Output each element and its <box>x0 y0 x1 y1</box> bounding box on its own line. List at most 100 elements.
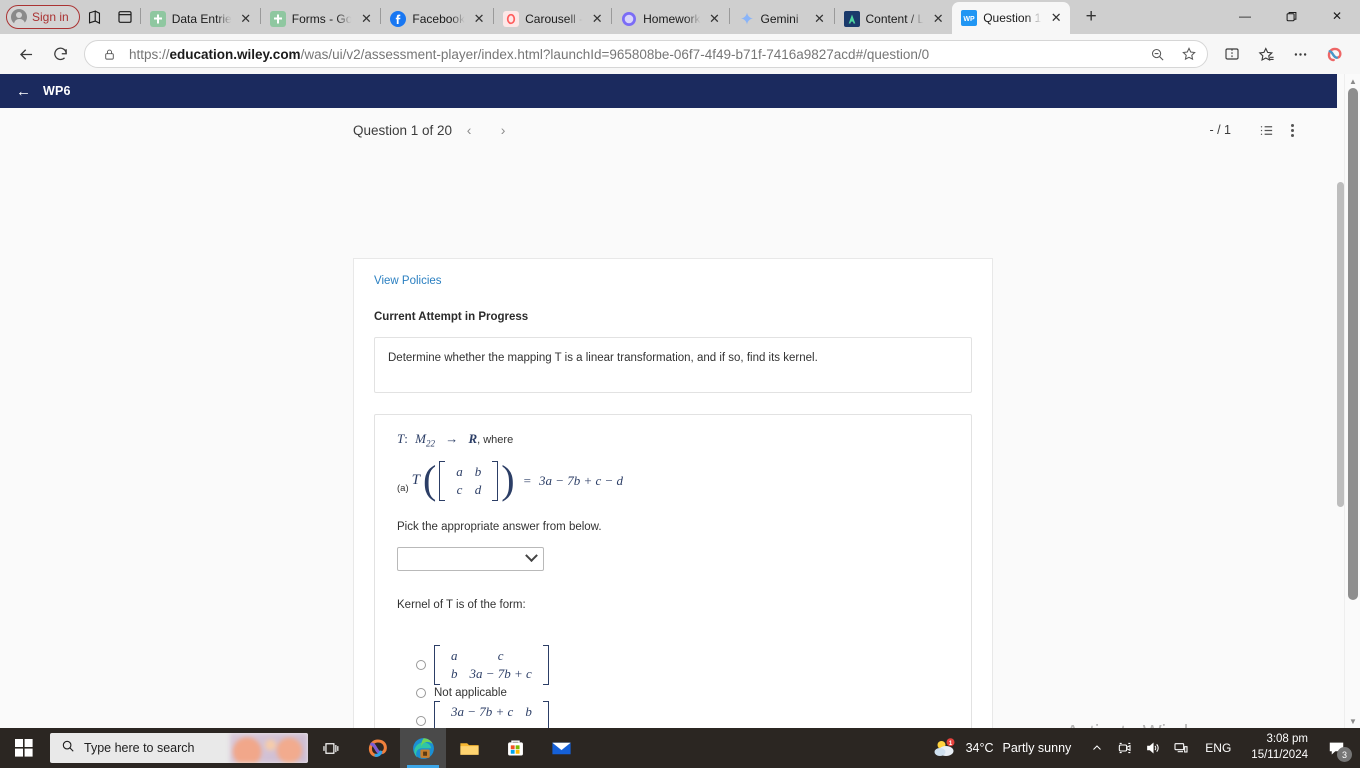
volume-icon[interactable] <box>1139 728 1167 768</box>
wileyplus-icon: WP <box>961 10 978 26</box>
address-bar[interactable]: https://education.wiley.com/was/ui/v2/as… <box>84 40 1208 68</box>
tab-close-icon[interactable]: ✕ <box>238 11 254 27</box>
windows-logo-icon <box>15 739 33 757</box>
notification-center-button[interactable]: 3 <box>1318 728 1354 768</box>
answer-dropdown[interactable] <box>397 546 544 571</box>
course-title: WP6 <box>43 84 71 98</box>
notification-count-badge: 3 <box>1337 747 1352 762</box>
svg-text:WP: WP <box>964 16 976 23</box>
browser-tab-content[interactable]: Content / L ✕ <box>835 4 953 34</box>
clock-widget[interactable]: 3:08 pm 15/11/2024 <box>1241 732 1318 763</box>
tab-title: Homework <box>643 12 701 26</box>
favorite-star-icon[interactable] <box>1177 42 1201 66</box>
maximize-button[interactable] <box>1268 0 1314 32</box>
clock-date: 15/11/2024 <box>1251 749 1308 761</box>
radio-button[interactable] <box>416 687 426 698</box>
back-button-icon[interactable] <box>10 38 42 70</box>
scroll-up-arrow-icon[interactable]: ▲ <box>1345 74 1360 88</box>
start-button[interactable] <box>0 728 48 768</box>
browser-tab-forms[interactable]: Forms - Go ✕ <box>261 4 381 34</box>
tab-close-icon[interactable]: ✕ <box>471 11 487 27</box>
next-question-icon[interactable]: › <box>486 115 520 145</box>
tab-close-icon[interactable]: ✕ <box>707 11 723 27</box>
weather-widget[interactable]: 1 34°C Partly sunny <box>921 738 1084 758</box>
close-window-button[interactable]: ✕ <box>1314 0 1360 32</box>
sign-in-button[interactable]: Sign in <box>6 5 80 29</box>
browser-tab-gemini[interactable]: Gemini ✕ <box>730 4 834 34</box>
copilot-icon[interactable] <box>354 728 400 768</box>
browser-tab-carousell[interactable]: Carousell - ✕ <box>494 4 611 34</box>
gemini-icon <box>739 11 755 27</box>
tab-close-icon[interactable]: ✕ <box>589 11 605 27</box>
answer-option-3[interactable]: 3a − 7b + c b c a <box>397 700 949 728</box>
page-viewport: ← WP6 Question 1 of 20 ‹ › - / 1 View Po… <box>0 74 1360 728</box>
task-view-icon[interactable] <box>308 728 354 768</box>
option-matrix: 3a − 7b + c b c a <box>434 700 549 728</box>
network-icon[interactable] <box>1167 728 1195 768</box>
tab-strip: Sign in Data Entrie ✕ Forms - Go ✕ Faceb… <box>0 0 1360 34</box>
tab-title: Carousell - <box>525 12 584 26</box>
language-indicator[interactable]: ENG <box>1195 741 1241 755</box>
file-explorer-icon[interactable] <box>446 728 492 768</box>
question-list-icon[interactable] <box>1253 117 1279 143</box>
browser-tab-question-active[interactable]: WP Question 1 ✕ <box>952 2 1071 34</box>
inner-scrollbar-thumb[interactable] <box>1337 182 1344 507</box>
browser-tab-data-entries[interactable]: Data Entrie ✕ <box>141 4 260 34</box>
previous-question-icon[interactable]: ‹ <box>452 115 486 145</box>
option-matrix: a c b 3a − 7b + c <box>434 644 549 685</box>
mail-icon[interactable] <box>538 728 584 768</box>
system-tray: 1 34°C Partly sunny ENG 3:08 pm 15/11/20… <box>921 728 1360 768</box>
search-placeholder: Type here to search <box>84 741 195 755</box>
tab-title: Content / L <box>865 12 925 26</box>
tab-title: Facebook <box>412 12 466 26</box>
split-screen-toolbar-icon[interactable] <box>1216 38 1248 70</box>
page-scrollbar[interactable]: ▲ ▼ <box>1344 74 1360 728</box>
facebook-icon <box>390 11 407 27</box>
browser-tab-homework[interactable]: Homework ✕ <box>612 4 728 34</box>
browser-essentials-icon[interactable] <box>80 2 110 32</box>
copilot-toolbar-icon[interactable] <box>1318 38 1350 70</box>
question-more-menu-icon[interactable] <box>1279 117 1305 143</box>
inner-scrollbar[interactable] <box>1337 182 1344 728</box>
tab-close-icon[interactable]: ✕ <box>930 11 946 27</box>
more-options-icon[interactable] <box>1284 38 1316 70</box>
app-header: ← WP6 <box>0 74 1337 108</box>
new-tab-button[interactable]: + <box>1076 2 1106 32</box>
scroll-down-arrow-icon[interactable]: ▼ <box>1345 714 1360 728</box>
radio-button[interactable] <box>416 715 426 726</box>
mapping-definition: T: M22 → R, where <box>397 431 514 449</box>
answer-option-2[interactable]: Not applicable <box>397 687 949 699</box>
chevron-down-icon <box>525 549 538 563</box>
zoom-out-icon[interactable] <box>1145 42 1169 66</box>
search-icon <box>61 739 75 758</box>
meet-now-icon[interactable] <box>1111 728 1139 768</box>
edge-icon[interactable] <box>400 728 446 768</box>
browser-tab-facebook[interactable]: Facebook ✕ <box>381 4 493 34</box>
tab-close-icon[interactable]: ✕ <box>1048 10 1064 26</box>
taskbar-search-input[interactable]: Type here to search <box>50 733 308 763</box>
kernel-instruction: Kernel of T is of the form: <box>397 598 526 611</box>
app-back-icon[interactable]: ← <box>16 84 31 99</box>
collections-icon[interactable] <box>1250 38 1282 70</box>
right-paren: ) <box>501 457 515 503</box>
part-label: (a) <box>397 482 409 494</box>
view-policies-link[interactable]: View Policies <box>374 275 442 287</box>
radio-button[interactable] <box>416 659 426 670</box>
answer-option-1[interactable]: a c b 3a − 7b + c <box>397 644 949 685</box>
minimize-button[interactable]: — <box>1222 0 1268 32</box>
tab-close-icon[interactable]: ✕ <box>358 11 374 27</box>
show-hidden-icons-chevron-icon[interactable] <box>1083 728 1111 768</box>
page-scrollbar-thumb[interactable] <box>1348 88 1358 600</box>
pick-answer-instruction: Pick the appropriate answer from below. <box>397 520 602 533</box>
tab-close-icon[interactable]: ✕ <box>812 11 828 27</box>
windows-taskbar: Type here to search 1 34°C Partly sunny … <box>0 728 1360 768</box>
profile-avatar-icon <box>11 9 27 25</box>
answer-options-list: a c b 3a − 7b + c Not applicable 3a − 7b… <box>397 644 949 728</box>
weather-temperature: 34°C <box>965 741 994 755</box>
weather-icon: 1 <box>933 738 957 758</box>
reload-button-icon[interactable] <box>44 38 76 70</box>
search-decoration-image <box>230 733 308 763</box>
microsoft-store-icon[interactable] <box>492 728 538 768</box>
split-screen-icon[interactable] <box>110 2 140 32</box>
clock-time: 3:08 pm <box>1266 733 1308 746</box>
